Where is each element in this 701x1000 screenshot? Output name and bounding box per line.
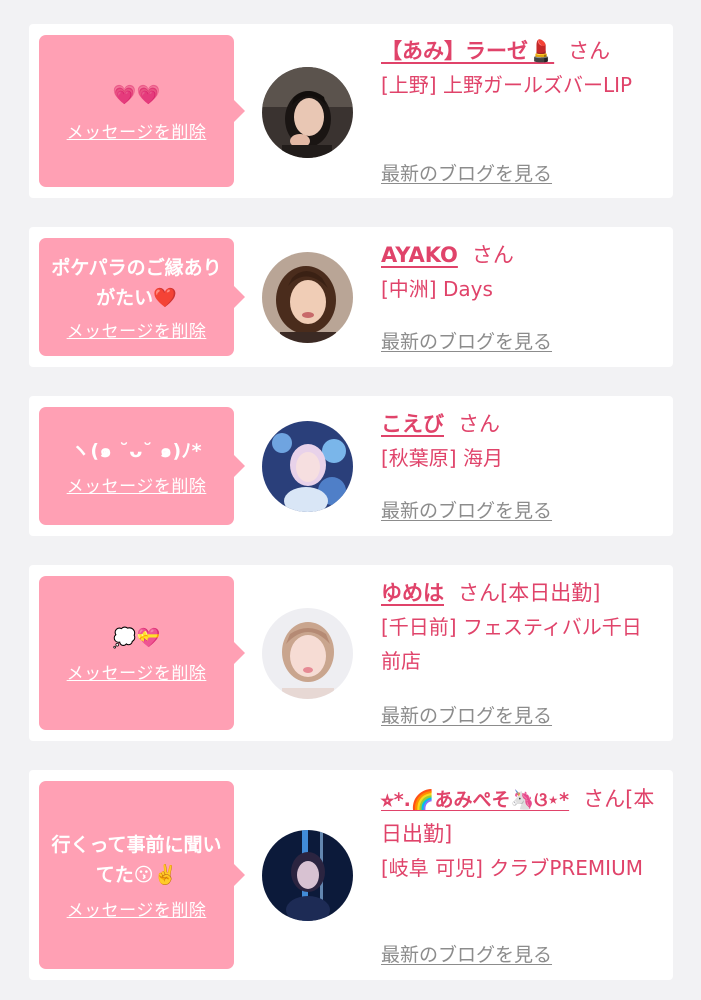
list-item: 💗💗 メッセージを削除 【あみ】ラーゼ💄 さん [上野] 上野ガールズバーLIP … (29, 24, 673, 198)
delete-message-link[interactable]: メッセージを削除 (67, 896, 207, 921)
message-text: 行くって事前に聞いてた😗✌️ (51, 833, 222, 886)
latest-blog-link[interactable]: 最新のブログを見る (381, 940, 552, 967)
latest-blog-link[interactable]: 最新のブログを見る (381, 327, 552, 354)
shop-info: [上野] 上野ガールズバーLIP (381, 73, 633, 97)
honorific: さん (568, 39, 611, 63)
message-bubble: 💗💗 メッセージを削除 (39, 35, 245, 187)
message-bubble: 行くって事前に聞いてた😗✌️ メッセージを削除 (39, 781, 245, 969)
cast-name-link[interactable]: 【あみ】ラーゼ💄 (381, 39, 554, 63)
shop-info: [中洲] Days (381, 277, 493, 301)
avatar[interactable] (262, 608, 353, 699)
delete-message-link[interactable]: メッセージを削除 (67, 659, 207, 684)
cast-info: こえび さん [秋葉原] 海月 (381, 407, 661, 475)
latest-blog-link[interactable]: 最新のブログを見る (381, 159, 552, 186)
cast-name-link[interactable]: こえび (381, 412, 444, 436)
message-text: ヽ(๑ ˘ᴗ˘ ๑)ﾉ* (70, 439, 203, 462)
honorific: さん (458, 581, 500, 605)
avatar[interactable] (262, 830, 353, 921)
message-bubble: 💭💝 メッセージを削除 (39, 576, 245, 730)
message-text: ポケパラのご縁ありがたい❤️ (51, 256, 222, 309)
attendance-badge: [本日出勤] (500, 581, 601, 605)
delete-message-link[interactable]: メッセージを削除 (67, 317, 207, 342)
cast-info: AYAKO さん [中洲] Days (381, 238, 661, 306)
cast-info: ゆめは さん[本日出勤] [千日前] フェスティバル千日前店 (381, 576, 661, 678)
cast-info: ⭐︎*.🌈あみぺそ🦄ଓ⋆* さん[本日出勤] [岐阜 可児] クラブPREMIUM (381, 782, 661, 885)
delete-message-link[interactable]: メッセージを削除 (67, 472, 207, 497)
list-item: ヽ(๑ ˘ᴗ˘ ๑)ﾉ* メッセージを削除 こえび さん [秋葉原] 海月 最新の… (29, 396, 673, 536)
list-item: ポケパラのご縁ありがたい❤️ メッセージを削除 AYAKO さん [中洲] Day… (29, 227, 673, 367)
message-list: 💗💗 メッセージを削除 【あみ】ラーゼ💄 さん [上野] 上野ガールズバーLIP … (0, 0, 701, 1000)
message-text: 💭💝 (112, 626, 161, 649)
latest-blog-link[interactable]: 最新のブログを見る (381, 496, 552, 523)
list-item: 💭💝 メッセージを削除 ゆめは さん[本日出勤] [千日前] フェスティバル千日前… (29, 565, 673, 741)
avatar[interactable] (262, 421, 353, 512)
avatar[interactable] (262, 252, 353, 343)
cast-name-link[interactable]: ゆめは (381, 581, 444, 605)
cast-name-link[interactable]: AYAKO (381, 243, 458, 267)
shop-info: [秋葉原] 海月 (381, 446, 503, 470)
cast-info: 【あみ】ラーゼ💄 さん [上野] 上野ガールズバーLIP (381, 34, 661, 102)
honorific: さん (471, 243, 514, 267)
shop-info: [岐阜 可児] クラブPREMIUM (381, 856, 643, 880)
message-bubble: ポケパラのご縁ありがたい❤️ メッセージを削除 (39, 238, 245, 356)
shop-info: [千日前] フェスティバル千日前店 (381, 615, 642, 673)
cast-name-link[interactable]: ⭐︎*.🌈あみぺそ🦄ଓ⋆* (381, 789, 569, 811)
avatar[interactable] (262, 67, 353, 158)
message-text: 💗💗 (112, 83, 161, 106)
honorific: さん (458, 412, 500, 436)
list-item: 行くって事前に聞いてた😗✌️ メッセージを削除 ⭐︎*.🌈あみぺそ🦄ଓ⋆* さん [… (29, 770, 673, 980)
message-bubble: ヽ(๑ ˘ᴗ˘ ๑)ﾉ* メッセージを削除 (39, 407, 245, 525)
honorific: さん (583, 787, 626, 811)
latest-blog-link[interactable]: 最新のブログを見る (381, 701, 552, 728)
delete-message-link[interactable]: メッセージを削除 (67, 118, 207, 143)
